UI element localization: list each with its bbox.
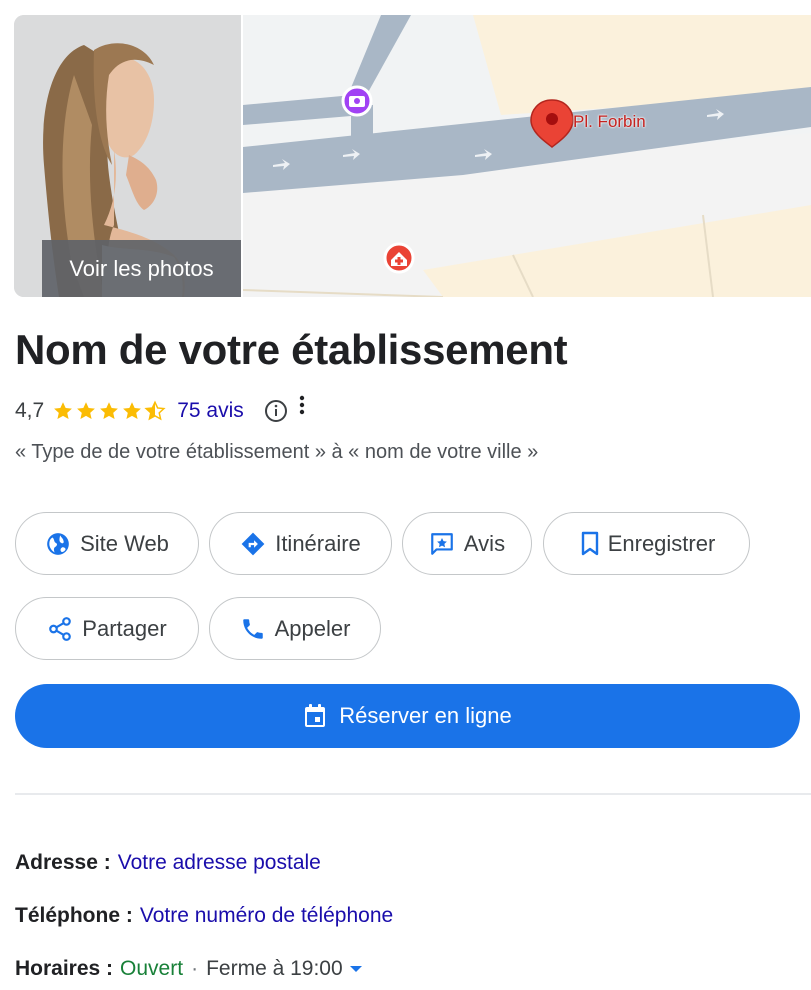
share-label: Partager <box>82 615 167 641</box>
caret-down-icon[interactable] <box>349 964 363 974</box>
star-full-icon <box>123 402 142 419</box>
review-icon <box>431 532 453 555</box>
hours-closing-time[interactable]: Ferme à 19:00 <box>206 957 343 981</box>
call-label: Appeler <box>274 615 351 641</box>
bookmark-icon <box>581 531 598 555</box>
reviews-button[interactable]: Avis <box>402 512 532 575</box>
address-link[interactable]: Votre adresse postale <box>118 851 321 875</box>
book-online-button[interactable]: Réserver en ligne <box>15 684 800 748</box>
save-label: Enregistrer <box>607 530 716 556</box>
hours-separator: · <box>191 957 199 980</box>
rating-value: 4,7 <box>15 399 45 422</box>
call-button[interactable]: Appeler <box>209 597 381 660</box>
phone-row: Téléphone : Votre numéro de téléphone <box>15 904 393 928</box>
star-full-icon <box>77 402 96 419</box>
website-label: Site Web <box>80 530 169 556</box>
view-photos-label: Voir les photos <box>69 255 214 281</box>
reviews-link[interactable]: 75 avis <box>177 399 244 423</box>
address-label: Adresse : <box>15 851 111 874</box>
hours-row: Horaires : Ouvert · Ferme à 19:00 <box>15 957 363 981</box>
directions-button[interactable]: Itinéraire <box>209 512 392 575</box>
save-button[interactable]: Enregistrer <box>543 512 750 575</box>
share-button[interactable]: Partager <box>15 597 199 660</box>
phone-icon <box>242 618 263 639</box>
star-half-icon <box>144 400 166 421</box>
star-full-icon <box>100 402 119 419</box>
directions-label: Itinéraire <box>275 530 361 556</box>
business-category: « Type de de votre établissement » à « n… <box>15 441 539 463</box>
rating-row: 4,7 75 avis <box>15 394 306 426</box>
phone-label: Téléphone : <box>15 904 133 927</box>
star-full-icon <box>54 402 73 419</box>
media-header: Voir les photos Pl. Forbin <box>14 15 811 297</box>
business-photo[interactable]: Voir les photos <box>14 15 241 297</box>
share-icon <box>49 616 72 641</box>
calendar-icon <box>305 704 326 727</box>
book-online-label: Réserver en ligne <box>339 703 512 728</box>
globe-icon <box>47 532 69 555</box>
info-icon[interactable] <box>264 399 288 423</box>
map-image <box>243 15 811 297</box>
more-vert-icon[interactable] <box>298 394 306 418</box>
address-row: Adresse : Votre adresse postale <box>15 851 321 875</box>
hours-label: Horaires : <box>15 957 114 980</box>
map-place-label: Pl. Forbin <box>573 112 646 131</box>
section-divider <box>15 793 811 795</box>
phone-link[interactable]: Votre numéro de téléphone <box>140 904 393 928</box>
hours-status: Ouvert <box>120 957 184 980</box>
star-rating <box>52 400 167 422</box>
directions-icon <box>241 532 265 555</box>
business-name: Nom de votre établissement <box>15 326 568 373</box>
view-photos-button[interactable]: Voir les photos <box>42 240 241 297</box>
website-button[interactable]: Site Web <box>15 512 199 575</box>
map-preview[interactable]: Pl. Forbin <box>243 15 811 297</box>
reviews-button-label: Avis <box>463 530 506 556</box>
